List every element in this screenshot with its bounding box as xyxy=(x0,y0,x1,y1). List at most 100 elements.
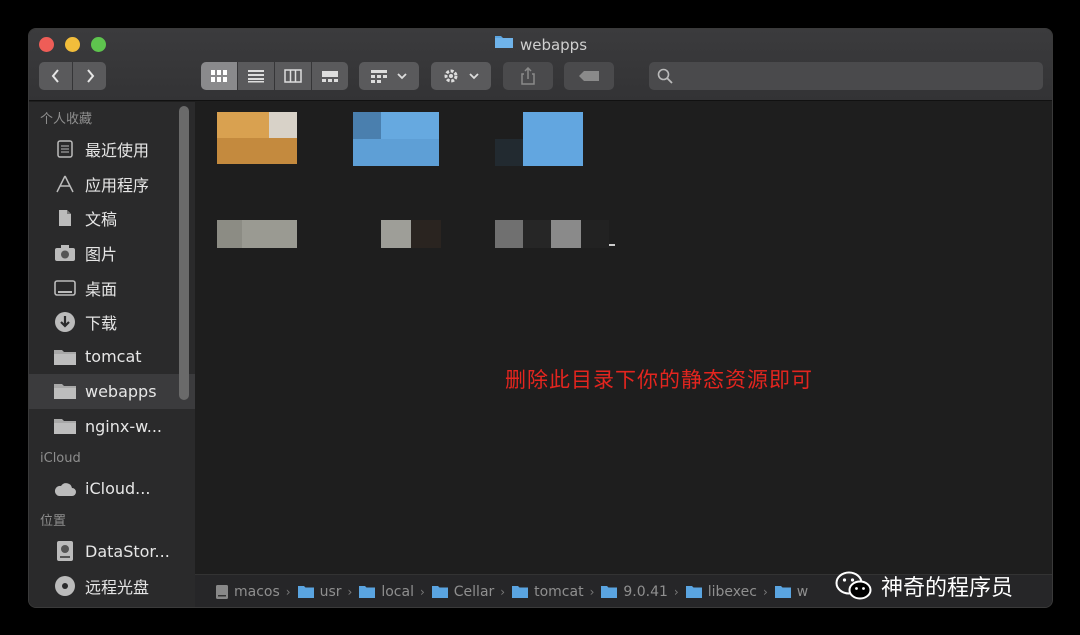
path-crumb-version[interactable]: 9.0.41 xyxy=(600,584,668,600)
path-separator-icon: › xyxy=(500,585,506,599)
sidebar-item-webapps[interactable]: webapps xyxy=(29,374,195,409)
list-icon xyxy=(248,70,264,83)
file-item-thumbnail[interactable] xyxy=(217,112,297,164)
sidebar-item-label: 远程光盘 xyxy=(85,577,150,597)
list-view-button[interactable] xyxy=(238,62,274,90)
sidebar-item-label: iCloud... xyxy=(85,479,151,499)
grid-icon xyxy=(211,70,227,82)
gallery-view-button[interactable] xyxy=(312,62,348,90)
folder-item-label[interactable] xyxy=(495,220,615,250)
path-crumb-label: usr xyxy=(319,584,342,600)
group-by-button[interactable] xyxy=(359,62,419,90)
folder-icon xyxy=(53,346,77,368)
sidebar-item-desktop[interactable]: 桌面 xyxy=(29,270,195,305)
desktop-icon xyxy=(53,277,77,299)
path-crumb-libexec[interactable]: libexec xyxy=(685,584,757,600)
navigation-buttons xyxy=(39,62,106,90)
path-crumb-label: tomcat xyxy=(534,584,584,600)
search-icon xyxy=(657,68,673,84)
column-view-button[interactable] xyxy=(275,62,311,90)
folder-icon xyxy=(53,415,77,437)
sidebar-section-icloud: iCloud xyxy=(40,451,81,467)
sidebar-item-label: 下载 xyxy=(85,314,118,334)
file-browser-content: 删除此目录下你的静态资源即可 xyxy=(195,102,1052,574)
sidebar-item-label: 文稿 xyxy=(85,210,118,230)
path-crumb-label: libexec xyxy=(707,584,757,600)
path-separator-icon: › xyxy=(285,585,291,599)
path-crumb-usr[interactable]: usr xyxy=(297,584,342,600)
search-field[interactable] xyxy=(649,62,1043,90)
downloads-icon xyxy=(53,311,77,333)
tag-icon xyxy=(579,71,599,81)
back-button[interactable] xyxy=(39,62,72,90)
path-crumb-label: local xyxy=(381,584,414,600)
path-crumb-label: macos xyxy=(234,584,280,600)
sidebar-item-tomcat[interactable]: tomcat xyxy=(29,340,195,375)
sidebar-item-recents[interactable]: 最近使用 xyxy=(29,132,195,167)
folder-item-thumbnail[interactable] xyxy=(495,112,583,166)
share-button[interactable] xyxy=(503,62,553,90)
path-separator-icon: › xyxy=(419,585,425,599)
sidebar-item-icloud-drive[interactable]: iCloud... xyxy=(29,471,195,506)
disk-icon xyxy=(53,540,77,562)
columns-icon xyxy=(284,69,302,83)
chevron-left-icon xyxy=(51,69,59,83)
annotation-text: 删除此目录下你的静态资源即可 xyxy=(505,368,813,392)
watermark: 神奇的程序员 xyxy=(835,568,1013,604)
sidebar-item-pictures[interactable]: 图片 xyxy=(29,236,195,271)
window-title: webapps xyxy=(29,34,1052,56)
folder-icon xyxy=(297,585,315,599)
path-crumb-macos[interactable]: macos xyxy=(215,584,280,600)
forward-button[interactable] xyxy=(73,62,106,90)
path-crumb-local[interactable]: local xyxy=(358,584,414,600)
folder-icon xyxy=(511,585,529,599)
path-separator-icon: › xyxy=(347,585,353,599)
search-input[interactable] xyxy=(681,68,1021,84)
sidebar-item-label: nginx-w... xyxy=(85,416,162,436)
folder-icon xyxy=(358,585,376,599)
recent-icon xyxy=(53,138,77,160)
sidebar-item-label: DataStor... xyxy=(85,541,170,561)
view-mode-buttons xyxy=(201,62,348,90)
sidebar-section-locations: 位置 xyxy=(40,513,67,529)
folder-item-thumbnail[interactable] xyxy=(353,112,439,166)
path-crumb-label: Cellar xyxy=(453,584,495,600)
icon-view-button[interactable] xyxy=(201,62,237,90)
folder-icon xyxy=(431,585,449,599)
sidebar-item-label: 图片 xyxy=(85,245,118,265)
file-item-label[interactable] xyxy=(217,220,297,248)
applications-icon xyxy=(53,173,77,195)
folder-icon xyxy=(685,585,703,599)
folder-icon xyxy=(600,585,618,599)
tag-button[interactable] xyxy=(564,62,614,90)
path-crumb-label: 9.0.41 xyxy=(623,584,668,600)
path-crumb-webapps[interactable]: w xyxy=(774,584,808,600)
titlebar: webapps xyxy=(29,29,1052,101)
chevron-down-icon xyxy=(397,73,407,80)
sidebar-item-label: tomcat xyxy=(85,347,142,367)
share-icon xyxy=(521,67,535,85)
path-separator-icon: › xyxy=(762,585,768,599)
sidebar-item-label: 桌面 xyxy=(85,279,118,299)
path-crumb-tomcat[interactable]: tomcat xyxy=(511,584,584,600)
sidebar-item-label: webapps xyxy=(85,381,157,401)
path-crumb-cellar[interactable]: Cellar xyxy=(431,584,495,600)
sidebar-item-downloads[interactable]: 下载 xyxy=(29,305,195,340)
path-crumb-label: w xyxy=(796,584,809,600)
sidebar-item-applications[interactable]: 应用程序 xyxy=(29,167,195,202)
action-menu-button[interactable] xyxy=(431,62,491,90)
folder-item-label[interactable] xyxy=(381,220,441,248)
gear-icon xyxy=(444,69,458,83)
sidebar-item-documents[interactable]: 文稿 xyxy=(29,201,195,236)
gallery-icon xyxy=(322,71,338,82)
sidebar-item-nginx[interactable]: nginx-w... xyxy=(29,409,195,444)
group-grid-icon xyxy=(371,70,387,83)
path-separator-icon: › xyxy=(589,585,595,599)
folder-icon xyxy=(774,585,792,599)
sidebar-section-favorites: 个人收藏 xyxy=(40,112,93,127)
sidebar-item-remote-disc[interactable]: 远程光盘 xyxy=(29,569,195,604)
finder-window: webapps 个人收藏 最近使用 应用程序 文稿 图片 桌面 下载 tomca… xyxy=(28,28,1053,608)
sidebar-item-datastore[interactable]: DataStor... xyxy=(29,534,195,569)
hard-disk-icon xyxy=(215,584,229,600)
sidebar-scrollbar[interactable] xyxy=(179,106,189,400)
